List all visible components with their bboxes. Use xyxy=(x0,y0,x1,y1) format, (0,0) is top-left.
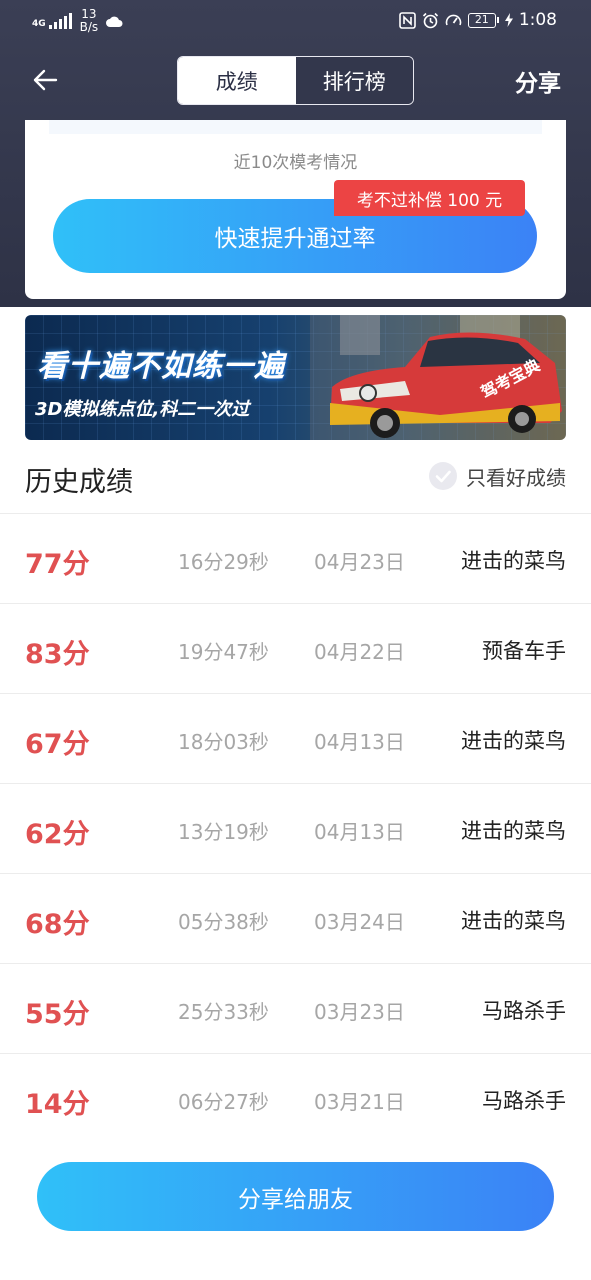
date: 04月23日 xyxy=(314,550,405,574)
summary-card: 近10次模考情况 快速提升通过率 考不过补偿 100 元 xyxy=(25,120,566,299)
chart-area-edge xyxy=(49,120,542,134)
history-row[interactable]: 68分 05分38秒 03月24日 进击的菜鸟 xyxy=(0,874,591,964)
tab-scores[interactable]: 成绩 xyxy=(178,57,296,104)
duration: 13分19秒 xyxy=(178,820,269,844)
rank-title: 预备车手 xyxy=(482,639,566,663)
score: 67分 xyxy=(25,729,90,760)
duration: 25分33秒 xyxy=(178,1000,269,1024)
duration: 18分03秒 xyxy=(178,730,269,754)
status-left: 4G 13 B/s xyxy=(32,8,123,34)
history-row[interactable]: 14分 06分27秒 03月21日 马路杀手 xyxy=(0,1054,591,1144)
rank-title: 马路杀手 xyxy=(482,1089,566,1113)
share-button[interactable]: 分享 xyxy=(515,64,561,98)
history-row[interactable]: 62分 13分19秒 04月13日 进击的菜鸟 xyxy=(0,784,591,874)
date: 03月21日 xyxy=(314,1090,405,1114)
rank-title: 进击的菜鸟 xyxy=(461,549,566,573)
duration: 05分38秒 xyxy=(178,910,269,934)
rank-title: 进击的菜鸟 xyxy=(461,909,566,933)
date: 03月24日 xyxy=(314,910,405,934)
net-speed: 13 B/s xyxy=(80,8,99,34)
check-circle-icon[interactable] xyxy=(428,461,458,491)
duration: 19分47秒 xyxy=(178,640,269,664)
date: 03月23日 xyxy=(314,1000,405,1024)
score: 14分 xyxy=(25,1089,90,1120)
status-bar: 4G 13 B/s 21 1:08 xyxy=(0,0,591,42)
good-scores-filter[interactable]: 只看好成绩 xyxy=(428,461,566,491)
banner-subline: 3D模拟练点位,科二一次过 xyxy=(35,399,250,420)
score: 83分 xyxy=(25,639,90,670)
clock: 1:08 xyxy=(518,10,557,30)
battery-icon: 21 xyxy=(467,12,499,28)
score: 68分 xyxy=(25,909,90,940)
car-image: 驾考宝典 xyxy=(310,315,566,440)
history-row[interactable]: 67分 18分03秒 04月13日 进击的菜鸟 xyxy=(0,694,591,784)
score: 77分 xyxy=(25,549,90,580)
history-title: 历史成绩 xyxy=(25,467,133,498)
alarm-icon xyxy=(422,12,438,28)
history-row[interactable]: 83分 19分47秒 04月22日 预备车手 xyxy=(0,604,591,694)
battery-level: 21 xyxy=(467,12,496,28)
score: 62分 xyxy=(25,819,90,850)
promo-banner[interactable]: 看十遍不如练一遍 3D模拟练点位,科二一次过 驾考宝典 xyxy=(25,315,566,440)
recent-exams-caption: 近10次模考情况 xyxy=(233,153,358,173)
status-right: 21 1:08 xyxy=(399,10,557,30)
speedometer-icon xyxy=(445,14,462,25)
date: 04月22日 xyxy=(314,640,405,664)
history-row[interactable]: 77分 16分29秒 04月23日 进击的菜鸟 xyxy=(0,514,591,604)
rank-title: 进击的菜鸟 xyxy=(461,729,566,753)
tab-ranking[interactable]: 排行榜 xyxy=(295,57,413,104)
share-to-friends-button[interactable]: 分享给朋友 xyxy=(37,1162,554,1231)
net-speed-unit: B/s xyxy=(79,20,99,34)
rank-title: 进击的菜鸟 xyxy=(461,819,566,843)
history-row[interactable]: 55分 25分33秒 03月23日 马路杀手 xyxy=(0,964,591,1054)
banner-headline: 看十遍不如练一遍 xyxy=(37,349,285,384)
duration: 16分29秒 xyxy=(178,550,269,574)
network-type: 4G xyxy=(32,19,46,29)
rank-title: 马路杀手 xyxy=(482,999,566,1023)
tab-switcher: 成绩 排行榜 xyxy=(177,56,414,105)
nfc-icon xyxy=(399,11,416,29)
back-arrow-icon[interactable] xyxy=(28,62,64,98)
compensation-badge: 考不过补偿 100 元 xyxy=(334,180,525,216)
history-list: 77分 16分29秒 04月23日 进击的菜鸟 83分 19分47秒 04月22… xyxy=(0,513,591,1144)
score: 55分 xyxy=(25,999,90,1030)
date: 04月13日 xyxy=(314,730,405,754)
duration: 06分27秒 xyxy=(178,1090,269,1114)
date: 04月13日 xyxy=(314,820,405,844)
filter-label: 只看好成绩 xyxy=(466,465,566,490)
signal-indicator: 4G xyxy=(32,13,72,29)
charging-icon xyxy=(504,13,513,27)
signal-icon xyxy=(48,13,72,29)
cloud-icon xyxy=(106,16,123,27)
